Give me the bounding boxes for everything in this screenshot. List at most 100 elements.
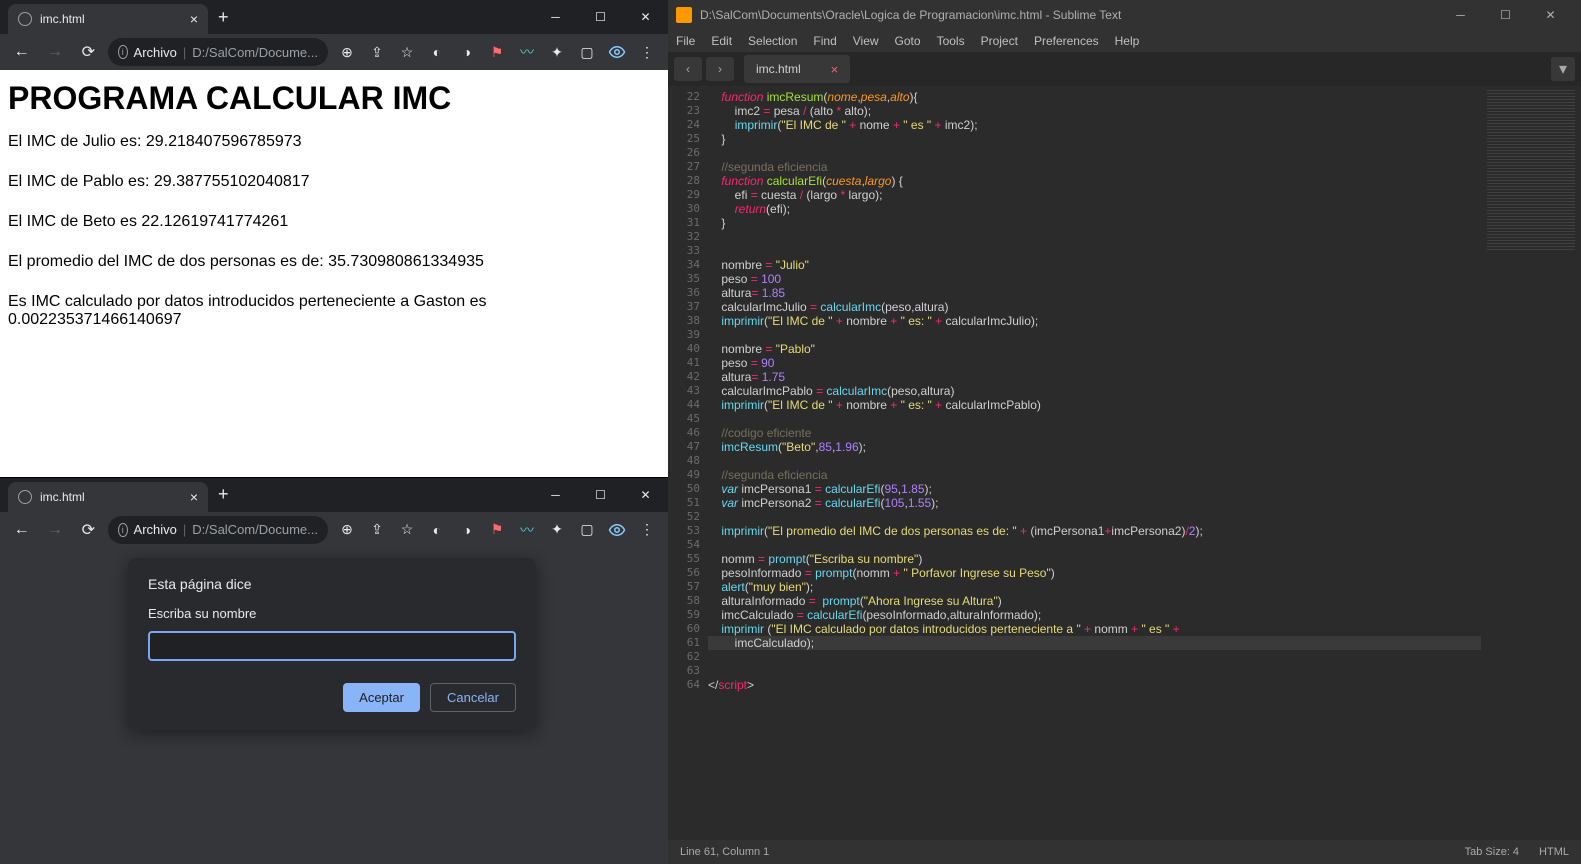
menu-icon[interactable]: ⋮ — [634, 39, 660, 65]
menu-preferences[interactable]: Preferences — [1034, 34, 1099, 48]
code-line[interactable]: imcCalculado = calcularEfi(pesoInformado… — [708, 608, 1481, 622]
code-line[interactable] — [708, 538, 1481, 552]
code-line[interactable]: peso = 100 — [708, 272, 1481, 286]
code-line[interactable]: imprimir ("El IMC calculado por datos in… — [708, 622, 1481, 636]
code-line[interactable]: nomm = prompt("Escriba su nombre") — [708, 552, 1481, 566]
cancel-button[interactable]: Cancelar — [430, 683, 516, 712]
info-icon[interactable]: i — [118, 523, 128, 537]
code-line[interactable]: altura= 1.85 — [708, 286, 1481, 300]
menu-file[interactable]: File — [676, 34, 695, 48]
maximize-icon[interactable]: ☐ — [1483, 0, 1528, 30]
bookmark-icon[interactable]: ☆ — [394, 39, 420, 65]
code-line[interactable]: //codigo eficiente — [708, 426, 1481, 440]
bookmark-icon[interactable]: ☆ — [394, 517, 420, 543]
forward-button[interactable]: → — [41, 43, 68, 61]
tab-dropdown-icon[interactable]: ▾ — [1551, 57, 1575, 81]
code-line[interactable]: var imcPersona2 = calcularEfi(105,1.55); — [708, 496, 1481, 510]
address-bar[interactable]: i Archivo | D:/SalCom/Docume... — [108, 38, 328, 66]
zoom-icon[interactable]: ⊕ — [334, 517, 360, 543]
code-line[interactable]: return(efi); — [708, 202, 1481, 216]
forward-button[interactable]: → — [41, 521, 68, 539]
code-line[interactable]: pesoInformado = prompt(nomm + " Porfavor… — [708, 566, 1481, 580]
menu-view[interactable]: View — [853, 34, 879, 48]
code-line[interactable]: //segunda eficiencia — [708, 160, 1481, 174]
syntax-mode[interactable]: HTML — [1539, 846, 1569, 858]
back-button[interactable]: ← — [8, 43, 35, 61]
close-icon[interactable]: ✕ — [623, 0, 668, 34]
close-icon[interactable]: ✕ — [623, 478, 668, 512]
sidepanel-icon[interactable]: ▢ — [574, 39, 600, 65]
menu-project[interactable]: Project — [981, 34, 1018, 48]
minimap[interactable] — [1481, 86, 1581, 840]
menu-selection[interactable]: Selection — [748, 34, 797, 48]
code-line[interactable] — [708, 650, 1481, 664]
extensions-icon[interactable]: ✦ — [544, 517, 570, 543]
ext-icon-red[interactable]: ⚑ — [484, 39, 510, 65]
reload-button[interactable]: ⟳ — [75, 42, 102, 62]
address-bar[interactable]: i Archivo | D:/SalCom/Docume... — [108, 516, 328, 544]
ext-icon-teal[interactable]: 〰 — [514, 517, 540, 543]
ext-icon-teal[interactable]: 〰 — [514, 39, 540, 65]
menu-help[interactable]: Help — [1115, 34, 1140, 48]
code-line[interactable]: alturaInformado = prompt("Ahora Ingrese … — [708, 594, 1481, 608]
code-line[interactable]: function calcularEfi(cuesta,largo) { — [708, 174, 1481, 188]
menu-icon[interactable]: ⋮ — [634, 517, 660, 543]
code-line[interactable]: peso = 90 — [708, 356, 1481, 370]
code-line[interactable]: function imcResum(nome,pesa,alto){ — [708, 90, 1481, 104]
code-line[interactable]: imcCalculado); — [708, 636, 1481, 650]
info-icon[interactable]: i — [118, 45, 128, 59]
code-line[interactable]: } — [708, 132, 1481, 146]
code-line[interactable]: imprimir("El IMC de " + nombre + " es: "… — [708, 314, 1481, 328]
chrome2-tab[interactable]: imc.html × — [8, 482, 208, 512]
code-line[interactable]: nombre = "Julio" — [708, 258, 1481, 272]
minimize-icon[interactable]: ─ — [533, 0, 578, 34]
ext-icon-eye[interactable] — [604, 517, 630, 543]
new-tab-button[interactable]: + — [208, 484, 239, 505]
code-line[interactable]: imprimir("El IMC de " + nome + " es " + … — [708, 118, 1481, 132]
code-line[interactable]: //segunda eficiencia — [708, 468, 1481, 482]
ext-icon-eye[interactable] — [604, 39, 630, 65]
close-file-icon[interactable]: × — [831, 62, 839, 77]
reload-button[interactable]: ⟳ — [75, 520, 102, 540]
maximize-icon[interactable]: ☐ — [578, 478, 623, 512]
nav-forward-button[interactable]: › — [706, 57, 734, 81]
code-line[interactable] — [708, 328, 1481, 342]
code-line[interactable]: altura= 1.75 — [708, 370, 1481, 384]
code-line[interactable]: nombre = "Pablo" — [708, 342, 1481, 356]
code-line[interactable]: var imcPersona1 = calcularEfi(95,1.85); — [708, 482, 1481, 496]
menu-tools[interactable]: Tools — [937, 34, 965, 48]
share-icon[interactable]: ⇪ — [364, 39, 390, 65]
chrome1-tab[interactable]: imc.html × — [8, 4, 208, 34]
ољ-icon-1[interactable]: ◐ — [424, 517, 450, 543]
close-tab-icon[interactable]: × — [190, 11, 198, 27]
code-line[interactable] — [708, 146, 1481, 160]
close-icon[interactable]: ✕ — [1528, 0, 1573, 30]
code-line[interactable] — [708, 454, 1481, 468]
zoom-icon[interactable]: ⊕ — [334, 39, 360, 65]
ext-icon-2[interactable]: ◑ — [454, 517, 480, 543]
code-line[interactable]: imprimir("El promedio del IMC de dos per… — [708, 524, 1481, 538]
code-line[interactable]: imcResum("Beto",85,1.96); — [708, 440, 1481, 454]
code-line[interactable] — [708, 510, 1481, 524]
code-line[interactable]: } — [708, 216, 1481, 230]
ext-icon-2[interactable]: ◑ — [454, 39, 480, 65]
menu-edit[interactable]: Edit — [711, 34, 732, 48]
ext-icon-1[interactable]: ◐ — [424, 39, 450, 65]
maximize-icon[interactable]: ☐ — [578, 0, 623, 34]
prompt-input[interactable] — [148, 631, 516, 661]
minimize-icon[interactable]: ─ — [533, 478, 578, 512]
menu-goto[interactable]: Goto — [895, 34, 921, 48]
code-line[interactable] — [708, 230, 1481, 244]
code-line[interactable]: imc2 = pesa / (alto * alto); — [708, 104, 1481, 118]
code-line[interactable]: calcularImcJulio = calcularImc(peso,altu… — [708, 300, 1481, 314]
sidepanel-icon[interactable]: ▢ — [574, 517, 600, 543]
code-line[interactable] — [708, 412, 1481, 426]
code-area[interactable]: function imcResum(nome,pesa,alto){ imc2 … — [708, 86, 1481, 840]
nav-back-button[interactable]: ‹ — [674, 57, 702, 81]
file-tab[interactable]: imc.html × — [744, 55, 850, 83]
tab-size[interactable]: Tab Size: 4 — [1465, 846, 1519, 858]
code-line[interactable]: alert("muy bien"); — [708, 580, 1481, 594]
extensions-icon[interactable]: ✦ — [544, 39, 570, 65]
accept-button[interactable]: Aceptar — [343, 683, 420, 712]
code-line[interactable]: imprimir("El IMC de " + nombre + " es: "… — [708, 398, 1481, 412]
